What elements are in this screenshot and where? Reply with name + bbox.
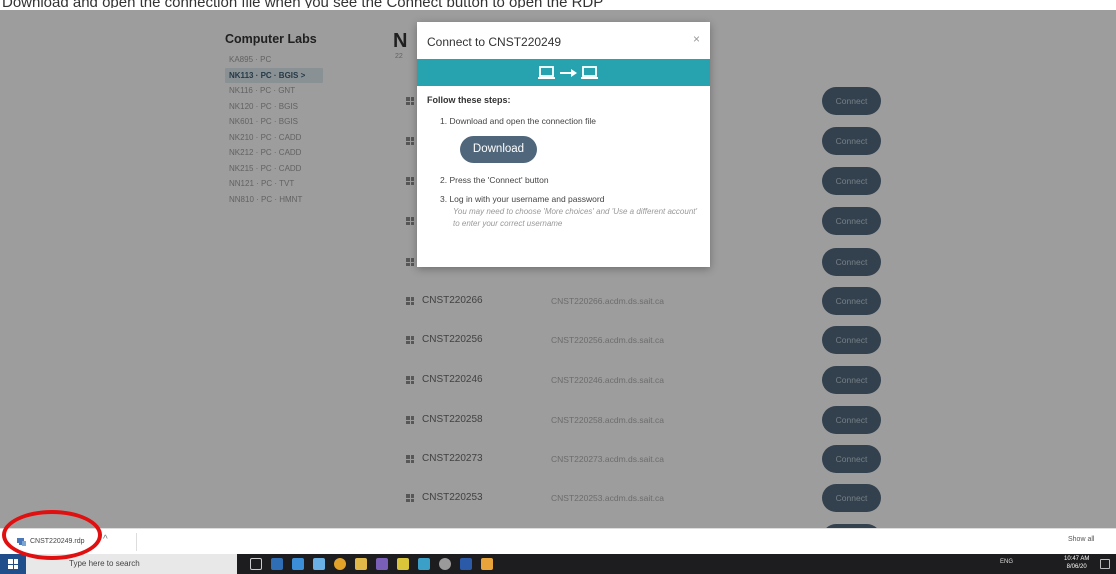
close-icon[interactable]: ×: [693, 32, 700, 46]
taskbar-search[interactable]: Type here to search: [26, 554, 237, 574]
step-1: 1. Download and open the connection file: [440, 116, 596, 126]
feather-icon[interactable]: [313, 558, 325, 570]
computer-to-computer-icon: [538, 66, 598, 79]
chrome-icon[interactable]: [334, 558, 346, 570]
sticky-notes-icon[interactable]: [397, 558, 409, 570]
paint-icon[interactable]: [418, 558, 430, 570]
windows-taskbar: Type here to search ENG 10:47 AM 8/06/20: [0, 554, 1116, 574]
task-view-icon[interactable]: [250, 558, 262, 570]
step-3: 3. Log in with your username and passwor…: [440, 194, 605, 204]
chevron-up-icon[interactable]: ^: [103, 534, 108, 545]
rdp-file-icon: [17, 538, 26, 546]
steps-heading: Follow these steps:: [427, 95, 511, 105]
step-2: 2. Press the 'Connect' button: [440, 175, 549, 185]
remote-lab-page: Computer Labs KA895 · PC NK113 · PC · BGI…: [0, 10, 1116, 528]
taskbar-pinned-apps: [250, 558, 493, 570]
tray-date: 8/06/20: [1066, 564, 1087, 570]
dialog-banner: [417, 59, 710, 86]
download-item[interactable]: CNST220249.rdp ^: [8, 534, 133, 552]
app-icon[interactable]: [376, 558, 388, 570]
edge-icon[interactable]: [292, 558, 304, 570]
start-button[interactable]: [0, 554, 26, 574]
show-all-link[interactable]: Show all: [1068, 536, 1094, 543]
dialog-body: Follow these steps: 1. Download and open…: [417, 86, 710, 239]
tray-time: 10:47 AM: [1064, 556, 1090, 562]
tray-clock[interactable]: 10:47 AM 8/06/20: [1064, 555, 1089, 571]
top-instruction: Download and open the connection file wh…: [0, 0, 1116, 8]
windows-icon: [8, 559, 18, 569]
tray-language[interactable]: ENG: [1000, 559, 1013, 565]
folder-icon[interactable]: [355, 558, 367, 570]
divider: [136, 533, 137, 551]
store-icon[interactable]: [271, 558, 283, 570]
notification-icon[interactable]: [1100, 559, 1110, 569]
connect-dialog: Connect to CNST220249 × Follow these ste…: [417, 22, 710, 267]
bag-icon[interactable]: [481, 558, 493, 570]
search-placeholder: Type here to search: [69, 559, 140, 568]
step-3-note: You may need to choose 'More choices' an…: [453, 207, 698, 228]
word-icon[interactable]: [460, 558, 472, 570]
download-button[interactable]: Download: [460, 136, 537, 163]
media-icon[interactable]: [439, 558, 451, 570]
download-file-name: CNST220249.rdp: [30, 538, 85, 545]
dialog-header: Connect to CNST220249 ×: [417, 22, 710, 59]
downloads-bar: CNST220249.rdp ^ Show all: [0, 528, 1116, 554]
dialog-title: Connect to CNST220249: [427, 35, 562, 49]
